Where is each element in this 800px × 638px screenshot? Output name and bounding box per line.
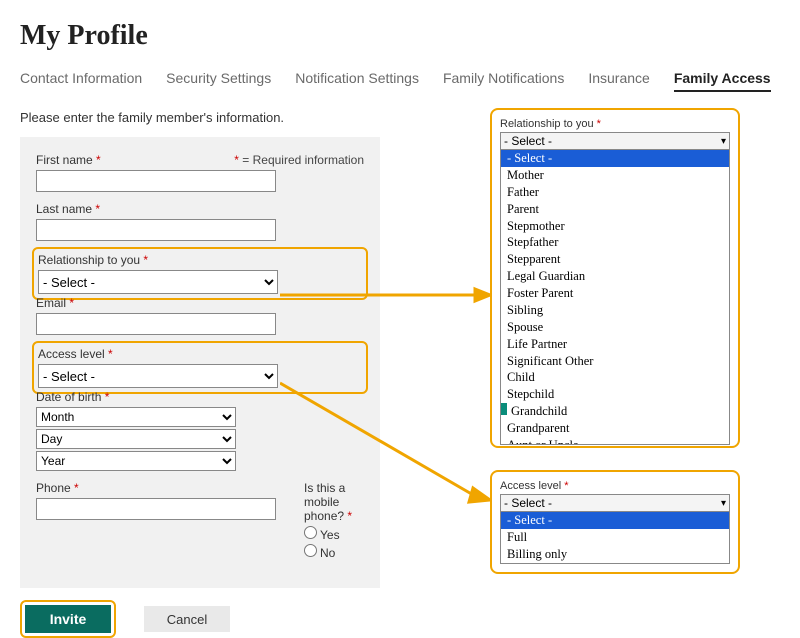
relationship-option[interactable]: Child <box>501 369 729 386</box>
access-level-options-list[interactable]: - Select -FullBilling only <box>500 512 730 564</box>
tab-family-notifications[interactable]: Family Notifications <box>443 70 564 92</box>
relationship-popout-label: Relationship to you * <box>500 118 730 130</box>
relationship-label: Relationship to you * <box>38 253 362 267</box>
cancel-button[interactable]: Cancel <box>144 606 230 632</box>
relationship-option[interactable]: Stepmother <box>501 218 729 235</box>
is-mobile-yes[interactable]: Yes <box>304 528 340 542</box>
relationship-popout: Relationship to you * - Select -▾ - Sele… <box>490 108 740 448</box>
last-name-label: Last name * <box>36 202 364 216</box>
relationship-option[interactable]: Grandchild <box>501 403 729 420</box>
relationship-option[interactable]: Foster Parent <box>501 285 729 302</box>
tab-insurance[interactable]: Insurance <box>588 70 649 92</box>
dob-day-select[interactable]: Day <box>36 429 236 449</box>
arrow-icon <box>280 378 490 508</box>
required-note: * = Required information <box>234 153 364 167</box>
access-level-option[interactable]: Billing only <box>501 546 729 563</box>
chevron-down-icon: ▾ <box>721 136 726 147</box>
chevron-down-icon: ▾ <box>721 498 726 509</box>
access-level-popout: Access level * - Select -▾ - Select -Ful… <box>490 470 740 574</box>
button-row: Invite Cancel <box>20 600 780 638</box>
relationship-option[interactable]: Stepfather <box>501 234 729 251</box>
relationship-option[interactable]: Stepchild <box>501 386 729 403</box>
access-level-popout-header[interactable]: - Select -▾ <box>500 494 730 512</box>
invite-button-highlight: Invite <box>20 600 116 638</box>
arrow-icon <box>280 285 490 305</box>
invite-button[interactable]: Invite <box>25 605 111 633</box>
tab-contact-information[interactable]: Contact Information <box>20 70 142 92</box>
relationship-popout-header[interactable]: - Select -▾ <box>500 132 730 150</box>
access-level-select[interactable]: - Select - <box>38 364 278 388</box>
tab-notification-settings[interactable]: Notification Settings <box>295 70 419 92</box>
relationship-option[interactable]: Life Partner <box>501 336 729 353</box>
relationship-option[interactable]: Sibling <box>501 302 729 319</box>
email-input[interactable] <box>36 313 276 335</box>
access-level-option[interactable]: Full <box>501 529 729 546</box>
required-note-text: = Required information <box>239 153 364 167</box>
relationship-option[interactable]: Mother <box>501 167 729 184</box>
relationship-option[interactable]: Father <box>501 184 729 201</box>
form-panel: * = Required information First name * La… <box>20 137 380 588</box>
is-mobile-no[interactable]: No <box>304 546 335 560</box>
page-title: My Profile <box>20 20 780 52</box>
access-level-popout-label: Access level * <box>500 480 730 492</box>
relationship-option[interactable]: Grandparent <box>501 420 729 437</box>
relationship-options-list[interactable]: - Select -MotherFatherParentStepmotherSt… <box>500 150 730 445</box>
dob-month-select[interactable]: Month <box>36 407 236 427</box>
access-level-option[interactable]: - Select - <box>501 512 729 529</box>
relationship-option[interactable]: Spouse <box>501 319 729 336</box>
last-name-input[interactable] <box>36 219 276 241</box>
phone-label: Phone * <box>36 481 276 495</box>
first-name-input[interactable] <box>36 170 276 192</box>
tab-security-settings[interactable]: Security Settings <box>166 70 271 92</box>
tab-bar: Contact Information Security Settings No… <box>20 70 780 92</box>
phone-input[interactable] <box>36 498 276 520</box>
relationship-option[interactable]: Aunt or Uncle <box>501 437 729 445</box>
relationship-option[interactable]: - Select - <box>501 150 729 167</box>
dob-year-select[interactable]: Year <box>36 451 236 471</box>
relationship-option[interactable]: Significant Other <box>501 353 729 370</box>
relationship-option[interactable]: Parent <box>501 201 729 218</box>
relationship-option[interactable]: Stepparent <box>501 251 729 268</box>
access-level-label: Access level * <box>38 347 362 361</box>
tab-family-access[interactable]: Family Access <box>674 70 771 92</box>
relationship-select[interactable]: - Select - <box>38 270 278 294</box>
relationship-option[interactable]: Legal Guardian <box>501 268 729 285</box>
